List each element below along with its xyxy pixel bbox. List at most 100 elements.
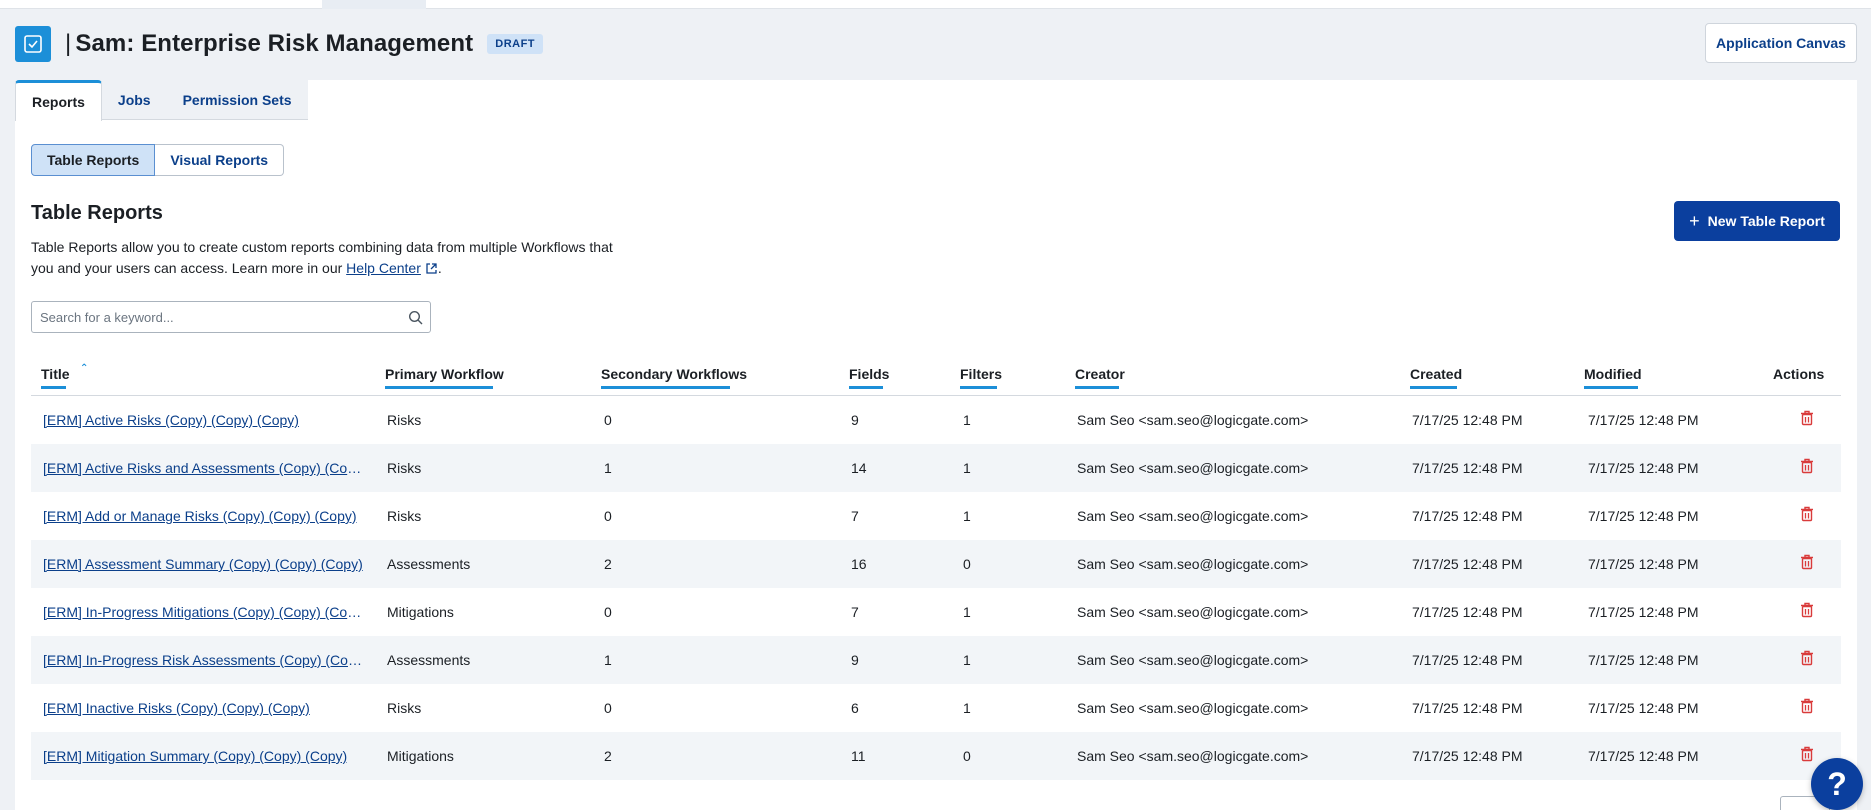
creator-cell: Sam Seo <sam.seo@logicgate.com> <box>1077 460 1309 476</box>
top-strip-active-hint <box>322 0 426 9</box>
delete-icon[interactable] <box>1800 698 1814 717</box>
primary-workflow-cell: Risks <box>387 412 422 428</box>
header-fields[interactable]: Fields <box>849 366 890 389</box>
primary-workflow-cell: Risks <box>387 700 422 716</box>
primary-workflow-cell: Mitigations <box>387 604 454 620</box>
header-secondary-workflows[interactable]: Secondary Workflows <box>601 366 748 389</box>
header-created[interactable]: Created <box>1410 366 1462 389</box>
fields-cell: 9 <box>851 652 859 668</box>
table-reports-toggle[interactable]: Table Reports <box>31 144 156 176</box>
fields-cell: 7 <box>851 508 859 524</box>
tab-permission-sets[interactable]: Permission Sets <box>167 80 308 120</box>
report-title-link[interactable]: [ERM] Active Risks and Assessments (Copy… <box>43 460 365 476</box>
delete-icon[interactable] <box>1800 602 1814 621</box>
modified-cell: 7/17/25 12:48 PM <box>1588 700 1699 716</box>
table-row: [ERM] In-Progress Risk Assessments (Copy… <box>31 636 1841 684</box>
description-end: . <box>437 260 442 276</box>
fields-cell: 14 <box>851 460 867 476</box>
created-cell: 7/17/25 12:48 PM <box>1412 748 1523 764</box>
primary-workflow-cell: Risks <box>387 508 422 524</box>
report-title-link[interactable]: [ERM] In-Progress Risk Assessments (Copy… <box>43 652 365 668</box>
primary-workflow-cell: Risks <box>387 460 422 476</box>
secondary-workflows-cell: 0 <box>604 604 612 620</box>
header-primary-label: Primary Workflow <box>385 366 504 382</box>
filters-cell: 1 <box>963 604 971 620</box>
filters-cell: 1 <box>963 412 971 428</box>
creator-cell: Sam Seo <sam.seo@logicgate.com> <box>1077 556 1309 572</box>
created-cell: 7/17/25 12:48 PM <box>1412 460 1523 476</box>
delete-icon[interactable] <box>1800 410 1814 429</box>
delete-icon[interactable] <box>1800 458 1814 477</box>
filters-cell: 1 <box>963 652 971 668</box>
header-underline <box>960 386 997 389</box>
new-table-report-button[interactable]: + New Table Report <box>1674 201 1840 241</box>
header-modified[interactable]: Modified <box>1584 366 1642 389</box>
table-row: [ERM] Mitigation Summary (Copy) (Copy) (… <box>31 732 1841 780</box>
delete-icon[interactable] <box>1800 506 1814 525</box>
secondary-workflows-cell: 1 <box>604 460 612 476</box>
fields-cell: 9 <box>851 412 859 428</box>
header-underline <box>1584 386 1638 389</box>
header-primary-workflow[interactable]: Primary Workflow <box>385 366 504 389</box>
report-title-link[interactable]: [ERM] Assessment Summary (Copy) (Copy) (… <box>43 556 363 572</box>
creator-cell: Sam Seo <sam.seo@logicgate.com> <box>1077 508 1309 524</box>
title-separator: | <box>65 30 72 57</box>
delete-icon[interactable] <box>1800 746 1814 765</box>
table-body: [ERM] Active Risks (Copy) (Copy) (Copy) R… <box>31 396 1841 780</box>
status-badge: DRAFT <box>487 34 544 54</box>
created-cell: 7/17/25 12:48 PM <box>1412 652 1523 668</box>
help-center-link[interactable]: Help Center <box>346 260 421 276</box>
delete-icon[interactable] <box>1800 554 1814 573</box>
modified-cell: 7/17/25 12:48 PM <box>1588 604 1699 620</box>
primary-workflow-cell: Assessments <box>387 556 471 572</box>
report-title-link[interactable]: [ERM] In-Progress Mitigations (Copy) (Co… <box>43 604 365 620</box>
search-box <box>31 301 431 333</box>
modified-cell: 7/17/25 12:48 PM <box>1588 508 1699 524</box>
top-strip <box>0 0 1871 9</box>
page-title: | Sam: Enterprise Risk Management <box>65 30 473 58</box>
primary-workflow-cell: Mitigations <box>387 748 454 764</box>
tab-reports[interactable]: Reports <box>15 80 102 121</box>
modified-cell: 7/17/25 12:48 PM <box>1588 556 1699 572</box>
header-secondary-label: Secondary Workflows <box>601 366 748 382</box>
table-row: [ERM] Add or Manage Risks (Copy) (Copy) … <box>31 492 1841 540</box>
tab-jobs[interactable]: Jobs <box>102 80 167 120</box>
creator-cell: Sam Seo <sam.seo@logicgate.com> <box>1077 700 1309 716</box>
header-filters-label: Filters <box>960 366 1003 382</box>
reports-table: Title ⌃ Primary Workflow Secondary Workf… <box>31 354 1841 780</box>
reports-panel: Reports Jobs Permission Sets Table Repor… <box>15 80 1857 810</box>
report-title-link[interactable]: [ERM] Active Risks (Copy) (Copy) (Copy) <box>43 412 299 428</box>
report-title-link[interactable]: [ERM] Add or Manage Risks (Copy) (Copy) … <box>43 508 357 524</box>
filters-cell: 1 <box>963 460 971 476</box>
table-row: [ERM] Inactive Risks (Copy) (Copy) (Copy… <box>31 684 1841 732</box>
header-filters[interactable]: Filters <box>960 366 1003 389</box>
header-creator[interactable]: Creator <box>1075 366 1125 389</box>
plus-icon: + <box>1689 210 1700 231</box>
tab-bar-fill <box>307 80 1857 120</box>
filters-cell: 1 <box>963 508 971 524</box>
fields-cell: 11 <box>851 748 866 764</box>
header-underline <box>41 386 66 389</box>
report-title-link[interactable]: [ERM] Inactive Risks (Copy) (Copy) (Copy… <box>43 700 310 716</box>
search-input[interactable] <box>32 302 392 332</box>
help-button[interactable]: ? <box>1811 758 1863 810</box>
delete-icon[interactable] <box>1800 650 1814 669</box>
header-fields-label: Fields <box>849 366 890 382</box>
fields-cell: 6 <box>851 700 859 716</box>
new-table-report-label: New Table Report <box>1707 213 1825 229</box>
section-description: Table Reports allow you to create custom… <box>31 237 621 281</box>
application-canvas-button[interactable]: Application Canvas <box>1705 23 1857 63</box>
modified-cell: 7/17/25 12:48 PM <box>1588 748 1699 764</box>
header-title[interactable]: Title ⌃ <box>41 363 88 389</box>
report-title-link[interactable]: [ERM] Mitigation Summary (Copy) (Copy) (… <box>43 748 347 764</box>
secondary-workflows-cell: 0 <box>604 412 612 428</box>
search-icon[interactable] <box>408 310 423 330</box>
description-text: Table Reports allow you to create custom… <box>31 239 613 276</box>
external-link-icon <box>425 260 438 281</box>
header-underline <box>385 386 493 389</box>
created-cell: 7/17/25 12:48 PM <box>1412 412 1523 428</box>
visual-reports-toggle[interactable]: Visual Reports <box>155 144 285 176</box>
sort-ascending-icon: ⌃ <box>80 363 89 374</box>
checkbox-icon <box>15 26 51 62</box>
header-title-label: Title <box>41 366 70 382</box>
